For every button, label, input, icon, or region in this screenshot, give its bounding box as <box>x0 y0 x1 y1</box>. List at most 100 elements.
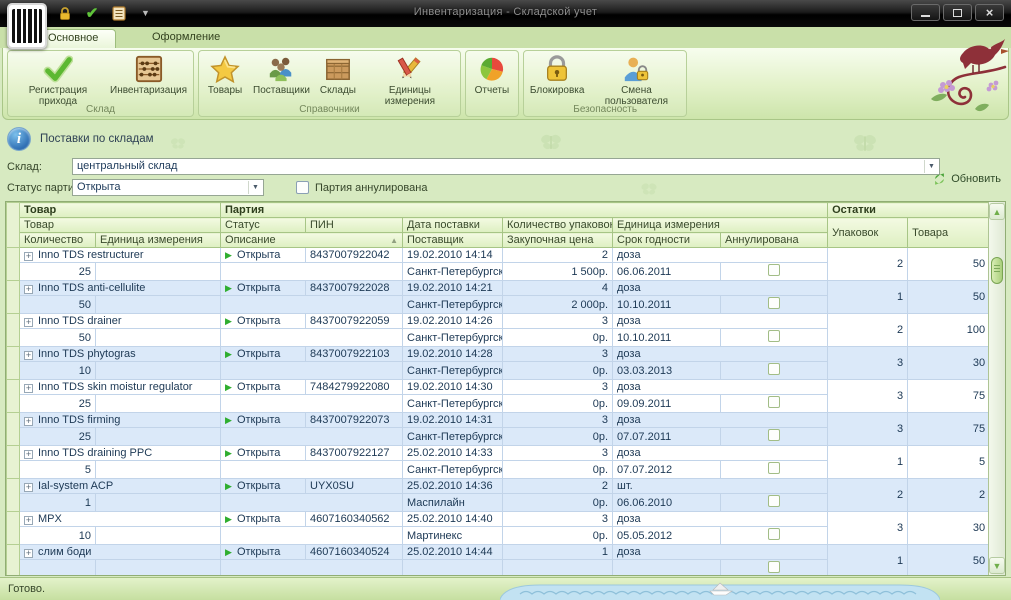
annulled-checkbox[interactable] <box>768 297 780 309</box>
column-header-supplier[interactable]: Поставщик <box>403 233 503 248</box>
unit-empty-cell[interactable] <box>96 296 221 314</box>
purchase-price-cell[interactable]: 0р. <box>503 428 613 446</box>
app-logo-barcode[interactable] <box>7 3 47 49</box>
unit-cell[interactable]: шт. <box>613 479 828 494</box>
product-cell[interactable]: +Inno TDS drainer <box>20 314 221 329</box>
unit-empty-cell[interactable] <box>96 461 221 479</box>
remain-packs-cell[interactable]: 3 <box>828 413 908 446</box>
column-group-remains[interactable]: Остатки <box>828 203 990 218</box>
expiry-cell[interactable]: 06.06.2011 <box>613 263 721 281</box>
scroll-up-icon[interactable]: ▲ <box>989 203 1005 220</box>
column-group-batch[interactable]: Партия <box>221 203 828 218</box>
annulled-checkbox[interactable] <box>768 330 780 342</box>
delivery-date-cell[interactable]: 19.02.2010 14:31 <box>403 413 503 428</box>
expiry-cell[interactable]: 10.10.2011 <box>613 329 721 347</box>
remain-goods-cell[interactable]: 30 <box>908 347 990 380</box>
product-cell[interactable]: +Inno TDS anti-cellulite <box>20 281 221 296</box>
supplier-cell[interactable]: Санкт-Петербургска... <box>403 428 503 446</box>
remain-goods-cell[interactable]: 75 <box>908 380 990 413</box>
column-header-annulled[interactable]: Аннулирована <box>721 233 828 248</box>
pack-count-cell[interactable]: 3 <box>503 380 613 395</box>
expiry-cell[interactable] <box>613 560 721 577</box>
delivery-date-cell[interactable]: 25.02.2010 14:36 <box>403 479 503 494</box>
unit-cell[interactable]: доза <box>613 380 828 395</box>
pack-count-cell[interactable]: 3 <box>503 413 613 428</box>
remain-goods-cell[interactable]: 50 <box>908 545 990 577</box>
description-cell[interactable] <box>221 428 403 446</box>
ribbon-button-checkmark[interactable]: Регистрация прихода <box>10 52 106 107</box>
status-cell[interactable]: ▶Открыта <box>221 413 306 428</box>
description-cell[interactable] <box>221 263 403 281</box>
product-cell[interactable]: +Ial-system ACP <box>20 479 221 494</box>
delivery-date-cell[interactable]: 19.02.2010 14:30 <box>403 380 503 395</box>
remain-packs-cell[interactable]: 2 <box>828 314 908 347</box>
quantity-cell[interactable]: 10 <box>20 527 96 545</box>
product-cell[interactable]: +Inno TDS firming <box>20 413 221 428</box>
scrollbar-thumb[interactable] <box>991 257 1003 284</box>
expand-row-icon[interactable]: + <box>24 417 33 426</box>
product-cell[interactable]: +слим боди <box>20 545 221 560</box>
quantity-cell[interactable]: 25 <box>20 263 96 281</box>
delivery-date-cell[interactable]: 19.02.2010 14:14 <box>403 248 503 263</box>
unit-empty-cell[interactable] <box>96 527 221 545</box>
ribbon-button-star[interactable]: Товары <box>201 52 249 107</box>
purchase-price-cell[interactable]: 0р. <box>503 494 613 512</box>
remain-goods-cell[interactable]: 50 <box>908 248 990 281</box>
quantity-cell[interactable]: 50 <box>20 296 96 314</box>
delivery-date-cell[interactable]: 19.02.2010 14:21 <box>403 281 503 296</box>
remain-packs-cell[interactable]: 1 <box>828 545 908 577</box>
status-cell[interactable]: ▶Открыта <box>221 248 306 263</box>
column-header-purchase-price[interactable]: Закупочная цена <box>503 233 613 248</box>
remain-packs-cell[interactable]: 3 <box>828 380 908 413</box>
remain-packs-cell[interactable]: 2 <box>828 479 908 512</box>
pack-count-cell[interactable]: 3 <box>503 512 613 527</box>
ribbon-button-abacus[interactable]: Инвентаризация <box>106 52 191 107</box>
column-header-description[interactable]: Описание▲ <box>221 233 403 248</box>
expiry-cell[interactable]: 05.05.2012 <box>613 527 721 545</box>
pack-count-cell[interactable]: 2 <box>503 248 613 263</box>
notes-quick-icon[interactable] <box>110 4 128 22</box>
remain-goods-cell[interactable]: 5 <box>908 446 990 479</box>
column-header-product[interactable]: Товар <box>20 218 221 233</box>
pin-cell[interactable]: 4607160340562 <box>306 512 403 527</box>
unit-cell[interactable]: доза <box>613 314 828 329</box>
expand-row-icon[interactable]: + <box>24 549 33 558</box>
expand-row-icon[interactable]: + <box>24 318 33 327</box>
expand-row-icon[interactable]: + <box>24 252 33 261</box>
purchase-price-cell[interactable]: 0р. <box>503 527 613 545</box>
quantity-cell[interactable]: 50 <box>20 329 96 347</box>
batch-status-combobox[interactable]: Открыта ▼ <box>72 179 264 196</box>
annulled-checkbox[interactable] <box>768 429 780 441</box>
status-cell[interactable]: ▶Открыта <box>221 380 306 395</box>
description-cell[interactable] <box>221 362 403 380</box>
description-cell[interactable] <box>221 560 403 577</box>
table-row[interactable]: +Inno TDS drainer▶Открыта843700792205919… <box>7 314 990 329</box>
column-header-pack-count[interactable]: Количество упаковок <box>503 218 613 233</box>
table-row[interactable]: +Inno TDS firming▶Открыта843700792207319… <box>7 413 990 428</box>
ribbon-button-user-switch[interactable]: Смена пользователя <box>588 52 684 107</box>
remain-packs-cell[interactable]: 2 <box>828 248 908 281</box>
pin-cell[interactable]: 8437007922028 <box>306 281 403 296</box>
purchase-price-cell[interactable] <box>503 560 613 577</box>
unit-empty-cell[interactable] <box>96 263 221 281</box>
pin-cell[interactable]: 8437007922059 <box>306 314 403 329</box>
pack-count-cell[interactable]: 2 <box>503 479 613 494</box>
unit-empty-cell[interactable] <box>96 560 221 577</box>
pin-cell[interactable]: 7484279922080 <box>306 380 403 395</box>
product-cell[interactable]: +Inno TDS restructurer <box>20 248 221 263</box>
unit-empty-cell[interactable] <box>96 329 221 347</box>
expiry-cell[interactable]: 09.09.2011 <box>613 395 721 413</box>
column-header-expiry[interactable]: Срок годности <box>613 233 721 248</box>
table-row[interactable]: +слим боди▶Открыта460716034052425.02.201… <box>7 545 990 560</box>
purchase-price-cell[interactable]: 0р. <box>503 395 613 413</box>
supplier-cell[interactable]: Санкт-Петербургска... <box>403 362 503 380</box>
quantity-cell[interactable]: 1 <box>20 494 96 512</box>
description-cell[interactable] <box>221 494 403 512</box>
annulled-checkbox[interactable] <box>768 528 780 540</box>
refresh-button[interactable]: Обновить <box>932 172 1001 186</box>
vertical-scrollbar[interactable]: ▲ ▼ <box>988 202 1005 575</box>
table-row[interactable]: +Inno TDS skin moistur regulator▶Открыта… <box>7 380 990 395</box>
remain-goods-cell[interactable]: 30 <box>908 512 990 545</box>
purchase-price-cell[interactable]: 0р. <box>503 461 613 479</box>
unit-empty-cell[interactable] <box>96 362 221 380</box>
